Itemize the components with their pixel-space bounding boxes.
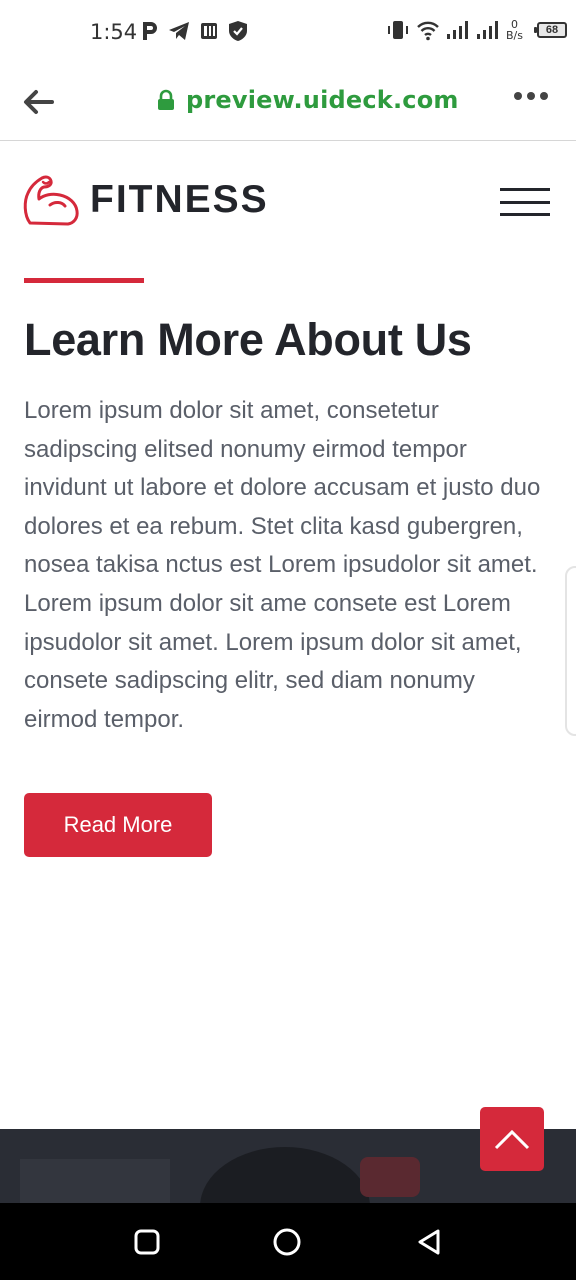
logo-text: FITNESS: [90, 178, 269, 221]
section-title: Learn More About Us: [24, 314, 472, 365]
back-icon[interactable]: [414, 1227, 444, 1257]
about-section: Learn More About Us Lorem ipsum dolor si…: [0, 264, 576, 1129]
pdf-icon: [201, 23, 217, 39]
status-time: 1:54: [90, 20, 138, 44]
hamburger-menu-icon[interactable]: [500, 188, 550, 216]
section-paragraph: Lorem ipsum dolor sit amet, consetetur s…: [24, 397, 541, 733]
url-text[interactable]: preview.uideck.com: [186, 86, 459, 114]
accent-line: [24, 278, 144, 283]
recent-apps-icon[interactable]: [132, 1227, 162, 1257]
telegram-icon: [169, 22, 189, 40]
notification-icons: [140, 20, 248, 42]
network-speed-unit: B/s: [506, 29, 523, 42]
battery-icon: 68: [533, 22, 567, 38]
network-speed: 0 B/s: [506, 19, 523, 41]
system-navigation-bar: [0, 1203, 576, 1280]
home-icon[interactable]: [272, 1227, 302, 1257]
browser-toolbar: preview.uideck.com: [0, 64, 576, 141]
shield-icon: [229, 21, 247, 41]
wifi-icon: [417, 21, 439, 41]
vibrate-icon: [388, 21, 408, 39]
flexed-arm-icon: [23, 175, 79, 226]
chevron-up-icon: [494, 1129, 530, 1150]
more-options-icon[interactable]: [514, 92, 548, 100]
status-bar: 1:54 0 B/s 68: [0, 0, 576, 64]
address-bar[interactable]: preview.uideck.com: [156, 86, 459, 114]
signal-icon-2: [477, 21, 498, 39]
scroll-to-top-button[interactable]: [480, 1107, 544, 1171]
system-icons: 0 B/s 68: [386, 18, 567, 42]
lock-icon: [158, 89, 174, 110]
site-header: FITNESS: [0, 141, 576, 264]
p-icon: [143, 22, 157, 40]
read-more-button[interactable]: Read More: [24, 793, 212, 857]
signal-icon-1: [447, 21, 468, 39]
logo[interactable]: FITNESS: [22, 173, 269, 227]
back-arrow-icon[interactable]: [20, 86, 56, 118]
side-panel-handle[interactable]: [565, 566, 576, 736]
